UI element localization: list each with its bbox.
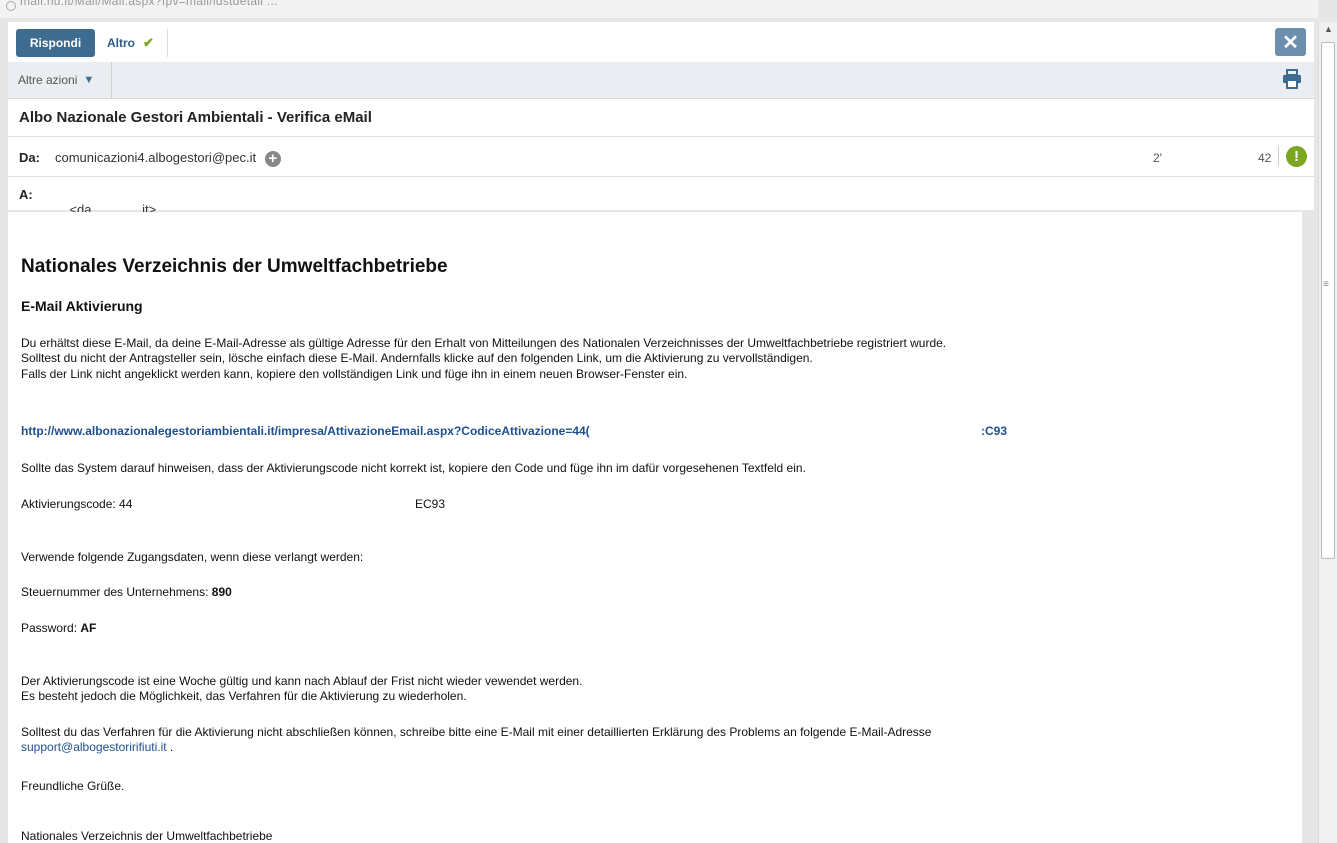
print-icon[interactable] — [1282, 69, 1302, 89]
close-button[interactable]: ✕ — [1275, 28, 1306, 56]
intro-line-3: Falls der Link nicht angeklickt werden k… — [21, 367, 688, 381]
activation-code-end: EC93 — [415, 497, 446, 511]
from-row: Da: comunicazioni4.albogestori@pec.it + … — [8, 137, 1314, 177]
browser-url-strip: mail.nu.it/Mail/Mail.aspx?fpv=mail/ldstd… — [0, 0, 1318, 18]
tax-number-value: 890 — [211, 585, 232, 599]
password-value: AF — [80, 621, 97, 635]
to-row: A: <da it> + — [8, 177, 1314, 234]
add-contact-icon[interactable]: + — [264, 150, 281, 167]
divider — [1278, 146, 1279, 166]
message-subject: Albo Nazionale Gestori Ambientali - Veri… — [19, 109, 372, 126]
message-body: Nationales Verzeichnis der Umweltfachbet… — [8, 212, 1302, 843]
body-subheading: E-Mail Aktivierung — [21, 298, 143, 314]
support-email-line: support@albogestoririfiuti.it . — [21, 740, 173, 755]
other-actions-dropdown[interactable]: Altre azioni ▼ — [8, 62, 112, 98]
activation-code-label: Aktivierungscode: 44 — [21, 497, 133, 511]
support-email-link[interactable]: support@albogestoririfiuti.it — [21, 740, 167, 754]
scrollbar-grip-icon: ≡ — [1323, 279, 1329, 290]
tax-number-label: Steuernummer des Unternehmens: — [21, 585, 212, 599]
validity-line-1: Der Aktivierungscode ist eine Woche gült… — [21, 674, 583, 688]
body-heading: Nationales Verzeichnis der Umweltfachbet… — [21, 256, 448, 277]
intro-line-1: Du erhältst diese E-Mail, da deine E-Mai… — [21, 336, 947, 350]
alert-icon[interactable]: ! — [1286, 146, 1307, 167]
actions-bar: Altre azioni ▼ — [8, 62, 1314, 99]
support-email-suffix: . — [166, 740, 174, 754]
activation-link-end[interactable]: :C93 — [981, 424, 1007, 439]
reply-button[interactable]: Rispondi — [16, 29, 95, 57]
credentials-intro: Verwende folgende Zugangsdaten, wenn die… — [21, 550, 364, 564]
url-text: mail.nu.it/Mail/Mail.aspx?fpv=mail/ldstd… — [20, 0, 278, 8]
chevron-down-icon: ✔ — [143, 35, 154, 50]
validity-line-2: Es besteht jedoch die Möglichkeit, das V… — [21, 689, 467, 703]
password: Password: AF — [21, 621, 96, 636]
subject-row: Albo Nazionale Gestori Ambientali - Veri… — [8, 99, 1314, 137]
activation-link[interactable]: http://www.albonazionalegestoriambiental… — [21, 424, 590, 439]
to-label: A: — [19, 187, 33, 202]
other-actions-label: Altre azioni — [18, 73, 78, 87]
scrollbar-thumb[interactable] — [1321, 42, 1335, 559]
tax-number: Steuernummer des Unternehmens: 890 — [21, 585, 232, 600]
more-label: Altro — [107, 36, 135, 50]
support-line: Solltest du das Verfahren für die Aktivi… — [21, 725, 932, 739]
from-address[interactable]: comunicazioni4.albogestori@pec.it + — [55, 150, 281, 167]
page-icon — [6, 1, 16, 11]
scroll-up-arrow-icon[interactable]: ▲ — [1324, 24, 1333, 34]
message-date: 2' — [1153, 151, 1162, 165]
message-toolbar: Rispondi Altro ✔ ✕ — [8, 22, 1314, 63]
system-note: Sollte das System darauf hinweisen, dass… — [21, 461, 806, 475]
greeting: Freundliche Grüße. — [21, 779, 125, 793]
from-label: Da: — [19, 150, 40, 165]
intro-line-2: Solltest du nicht der Antragsteller sein… — [21, 351, 813, 365]
password-label: Password: — [21, 621, 81, 635]
signature: Nationales Verzeichnis der Umweltfachbet… — [21, 829, 273, 843]
chevron-down-icon: ▼ — [83, 74, 95, 86]
from-address-text: comunicazioni4.albogestori@pec.it — [55, 150, 257, 165]
message-time: 42 — [1258, 151, 1272, 165]
more-menu-button[interactable]: Altro ✔ — [96, 29, 168, 57]
vertical-scrollbar[interactable]: ▲ ≡ — [1318, 22, 1337, 843]
